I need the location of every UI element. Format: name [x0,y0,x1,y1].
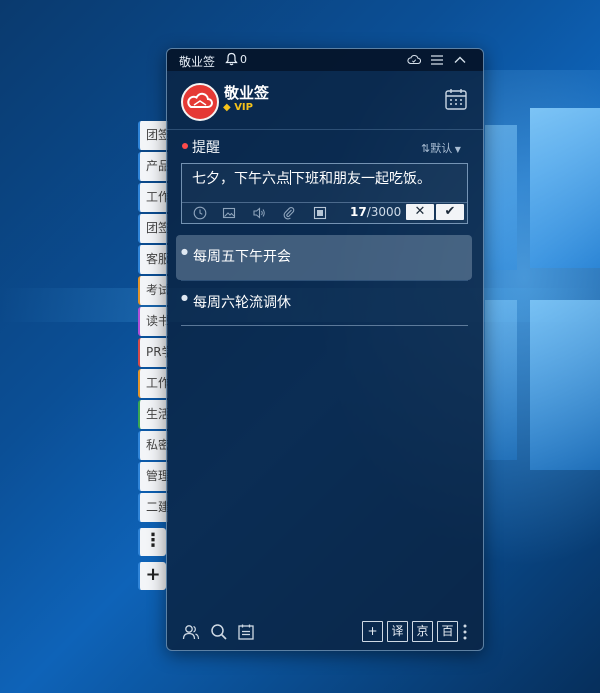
check-icon: ✔ [444,204,456,219]
category-tabs: 团签 产品 工作 团签 客服 考试 读书 PR学 工作 生活 私密 管理 二建 … [138,121,168,590]
notification-count: 0 [240,53,247,66]
list-item-text: 每周五下午开会 [193,249,291,265]
category-tab[interactable]: 工作 [138,183,168,212]
char-limit: /3000 [366,205,402,219]
attachment-icon[interactable] [282,206,296,220]
sort-dropdown[interactable]: ⇅默认 ▼ [421,140,461,156]
app-window: 敬业签 0 敬业签 ◆ VIP 提醒 ⇅默认 ▼ 七夕，下午六点下班和朋友一起吃… [166,48,484,651]
reminder-dot-icon [182,143,188,149]
category-tab[interactable]: PR学 [138,338,168,367]
list-item-text: 每周六轮流调休 [193,295,291,311]
category-tab[interactable]: 考试 [138,276,168,305]
profile-header: 敬业签 ◆ VIP [167,71,483,129]
add-category-button[interactable]: + [138,562,166,590]
caret-down-icon: ▼ [452,145,461,154]
divider [181,325,468,326]
char-counter: 17/3000 [350,205,401,219]
collapse-icon[interactable] [453,53,467,67]
speaker-icon[interactable] [252,206,266,220]
clock-icon[interactable] [193,206,207,220]
image-icon[interactable] [222,206,236,220]
category-tab[interactable]: 二建 [138,493,168,522]
cloud-sync-icon[interactable] [407,53,421,67]
note-editor[interactable]: 七夕，下午六点下班和朋友一起吃饭。 17/3000 ✕ ✔ [181,163,468,224]
category-tab[interactable]: 团签 [138,214,168,243]
more-options-icon[interactable] [462,623,468,641]
contacts-icon[interactable] [182,623,200,641]
category-tab[interactable]: 读书 [138,307,168,336]
list-item[interactable]: ● 每周五下午开会 [176,235,472,280]
more-categories-button[interactable]: ⋮ [138,528,166,556]
bullet-icon: ● [181,247,188,256]
bell-icon[interactable] [225,52,238,66]
search-icon[interactable] [210,623,228,641]
note-text-before: 七夕，下午六点 [192,171,290,187]
category-tab[interactable]: 团签 [138,121,168,150]
title-bar: 敬业签 0 [167,49,483,71]
note-input[interactable]: 七夕，下午六点下班和朋友一起吃饭。 [192,168,431,188]
vip-badge: ◆ VIP [223,102,253,113]
note-text-after: 下班和朋友一起吃饭。 [291,171,431,187]
add-note-button[interactable]: + [362,621,383,642]
category-tab[interactable]: 私密 [138,431,168,460]
jd-button[interactable]: 京 [412,621,433,642]
menu-icon[interactable] [430,53,444,67]
diamond-icon: ◆ [223,102,231,113]
sort-icon: ⇅ [421,142,431,155]
cancel-button[interactable]: ✕ [406,204,434,220]
bullet-icon: ● [181,293,188,302]
divider [167,129,483,130]
category-tab[interactable]: 产品 [138,152,168,181]
sort-label: 默认 [430,142,453,155]
translate-button[interactable]: 译 [387,621,408,642]
category-tab[interactable]: 工作 [138,369,168,398]
calendar-icon[interactable] [444,87,468,111]
calendar-list-icon[interactable] [237,623,255,641]
category-tab[interactable]: 管理 [138,462,168,491]
category-tab[interactable]: 客服 [138,245,168,274]
close-icon: ✕ [414,204,426,219]
editor-toolbar: 17/3000 ✕ ✔ [182,202,467,223]
color-block-icon[interactable] [313,206,327,220]
avatar[interactable] [181,83,219,121]
user-name: 敬业签 [224,84,270,102]
category-tab[interactable]: 生活 [138,400,168,429]
section-title: 提醒 [192,140,220,156]
vip-badge-label: VIP [234,102,253,113]
confirm-button[interactable]: ✔ [436,204,464,220]
list-item[interactable]: ● 每周六轮流调休 [176,281,472,326]
char-count: 17 [350,205,367,219]
app-title: 敬业签 [179,55,216,69]
cloud-logo-icon [187,92,213,108]
baidu-button[interactable]: 百 [437,621,458,642]
